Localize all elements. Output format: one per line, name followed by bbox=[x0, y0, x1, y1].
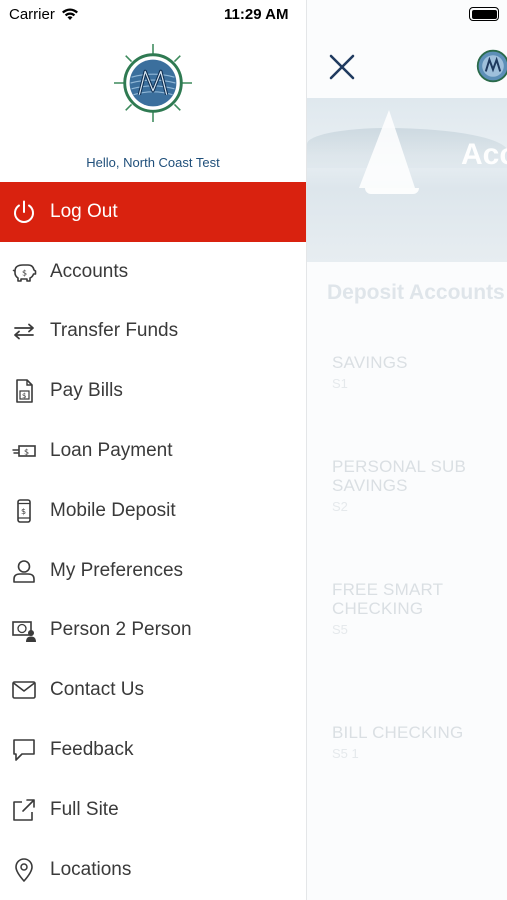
account-row[interactable]: PERSONAL SUB SAVINGS S2 bbox=[332, 457, 502, 514]
menu-item-label: Pay Bills bbox=[50, 380, 123, 402]
account-name: BILL CHECKING bbox=[332, 723, 464, 742]
bill-document-icon: $ bbox=[10, 377, 38, 405]
menu-item-label: Contact Us bbox=[50, 679, 144, 701]
menu-item-label: Full Site bbox=[50, 798, 119, 820]
menu-item-label: Mobile Deposit bbox=[50, 499, 176, 521]
menu-item-feedback[interactable]: Feedback bbox=[0, 720, 306, 780]
transfer-arrows-icon bbox=[10, 317, 38, 345]
account-name: PERSONAL SUB SAVINGS bbox=[332, 457, 467, 495]
menu-item-my-preferences[interactable]: My Preferences bbox=[0, 541, 306, 601]
battery-icon bbox=[469, 7, 499, 21]
drawer-menu: Log Out $ Accounts Transfer Funds $ Pay … bbox=[0, 182, 306, 900]
hero-banner: Acc bbox=[307, 98, 507, 262]
map-pin-icon bbox=[10, 856, 38, 884]
account-row[interactable]: FREE SMART CHECKING S5 bbox=[332, 580, 502, 637]
account-row[interactable]: SAVINGS S1 bbox=[332, 353, 502, 391]
person-money-icon bbox=[10, 616, 38, 644]
piggy-bank-icon: $ bbox=[10, 258, 38, 286]
menu-item-label: Accounts bbox=[50, 260, 129, 282]
sailboat-image bbox=[359, 110, 415, 188]
menu-item-label: Loan Payment bbox=[50, 440, 173, 462]
section-title: Deposit Accounts bbox=[327, 281, 505, 304]
svg-text:$: $ bbox=[22, 392, 26, 400]
background-accounts-page: Acc Deposit Accounts SAVINGS S1 PERSONAL… bbox=[306, 0, 507, 900]
menu-item-label: Log Out bbox=[50, 200, 118, 222]
carrier-indicator: Carrier bbox=[9, 6, 79, 23]
menu-item-locations[interactable]: Locations bbox=[0, 840, 306, 900]
cash-payment-icon: $ bbox=[10, 437, 38, 465]
svg-text:$: $ bbox=[22, 268, 27, 277]
envelope-icon bbox=[10, 676, 38, 704]
menu-item-person-2-person[interactable]: Person 2 Person bbox=[0, 601, 306, 661]
menu-item-accounts[interactable]: $ Accounts bbox=[0, 242, 306, 302]
speech-bubble-icon bbox=[10, 736, 38, 764]
menu-item-label: Feedback bbox=[50, 739, 134, 761]
account-name: SAVINGS bbox=[332, 353, 408, 372]
menu-item-mobile-deposit[interactable]: $ Mobile Deposit bbox=[0, 481, 306, 541]
menu-item-loan-payment[interactable]: $ Loan Payment bbox=[0, 421, 306, 481]
status-bar: Carrier 11:29 AM bbox=[0, 0, 507, 30]
account-row[interactable]: BILL CHECKING S5 1 bbox=[332, 723, 502, 761]
credit-union-logo-icon bbox=[114, 44, 192, 122]
close-icon[interactable] bbox=[327, 52, 357, 82]
account-number: S5 bbox=[332, 622, 348, 637]
menu-item-log-out[interactable]: Log Out bbox=[0, 182, 306, 242]
phone-dollar-icon: $ bbox=[10, 497, 38, 525]
user-greeting: Hello, North Coast Test bbox=[86, 155, 220, 170]
account-number: S2 bbox=[332, 499, 348, 514]
svg-text:$: $ bbox=[21, 507, 26, 516]
account-name: FREE SMART CHECKING bbox=[332, 580, 443, 618]
account-number: S1 bbox=[332, 376, 348, 391]
external-link-icon bbox=[10, 796, 38, 824]
credit-union-logo-icon bbox=[476, 49, 507, 83]
menu-item-contact-us[interactable]: Contact Us bbox=[0, 660, 306, 720]
menu-item-transfer-funds[interactable]: Transfer Funds bbox=[0, 302, 306, 362]
menu-item-label: My Preferences bbox=[50, 559, 184, 581]
account-number: S5 1 bbox=[332, 746, 359, 761]
hero-title: Acc bbox=[461, 138, 507, 171]
svg-text:$: $ bbox=[24, 448, 29, 457]
power-icon bbox=[10, 198, 38, 226]
menu-item-label: Transfer Funds bbox=[50, 320, 179, 342]
user-icon bbox=[10, 557, 38, 585]
carrier-label: Carrier bbox=[9, 6, 55, 23]
menu-item-pay-bills[interactable]: $ Pay Bills bbox=[0, 361, 306, 421]
wifi-icon bbox=[61, 8, 78, 20]
menu-item-label: Person 2 Person bbox=[50, 619, 192, 641]
menu-item-label: Locations bbox=[50, 858, 132, 880]
menu-item-full-site[interactable]: Full Site bbox=[0, 780, 306, 840]
navigation-drawer: Hello, North Coast Test Log Out $ Accoun… bbox=[0, 0, 306, 900]
status-time: 11:29 AM bbox=[224, 6, 289, 23]
